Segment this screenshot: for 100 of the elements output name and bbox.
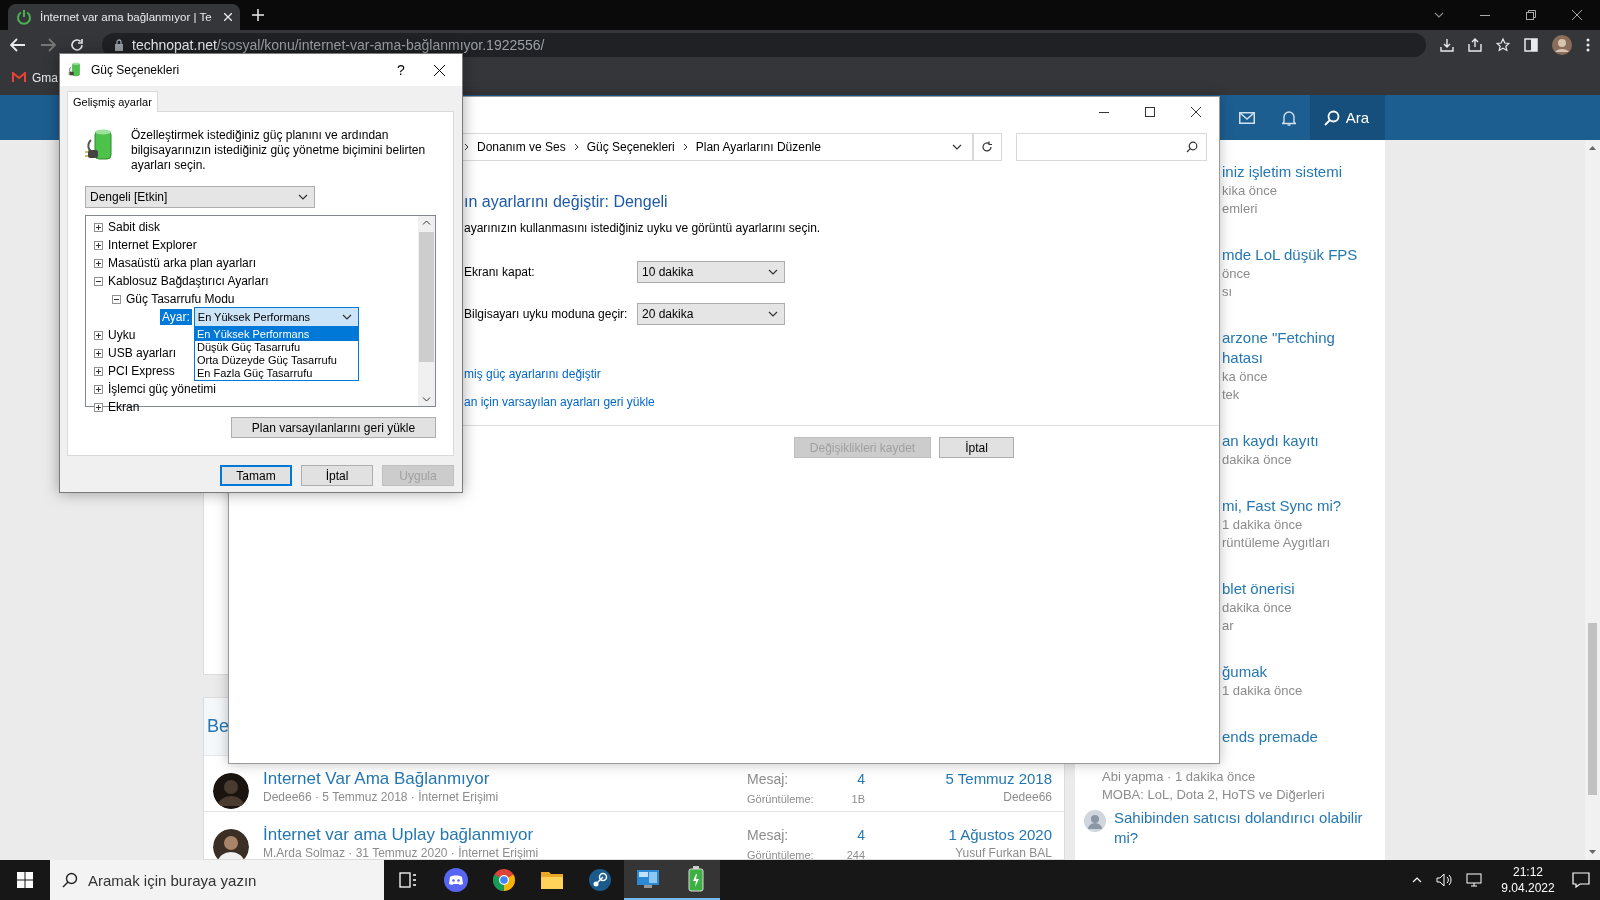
- bookmark[interactable]: Gma: [32, 70, 58, 85]
- search-button[interactable]: Ara: [1309, 95, 1385, 140]
- forward-icon[interactable]: [40, 38, 56, 52]
- breadcrumb-item[interactable]: Güç Seçenekleri: [586, 140, 675, 154]
- close-icon[interactable]: [1572, 10, 1582, 20]
- scroll-up-icon[interactable]: [1589, 146, 1596, 150]
- sidebar-link[interactable]: ğumak: [1222, 662, 1385, 682]
- scrollbar[interactable]: [1585, 140, 1600, 860]
- sidebar-link[interactable]: mde LoL düşük FPS: [1222, 245, 1385, 265]
- battery-icon: [688, 866, 704, 892]
- sidebar-link[interactable]: an kaydı kayıtı: [1222, 431, 1385, 451]
- dropdown-option[interactable]: En Fazla Güç Tasarrufu: [195, 367, 358, 380]
- network-icon[interactable]: [1466, 873, 1484, 887]
- collapse-icon[interactable]: [94, 276, 103, 286]
- scrollbar[interactable]: [418, 216, 435, 406]
- tree-item[interactable]: Uyku: [108, 328, 136, 342]
- sidebar-link[interactable]: mi, Fast Sync mi?: [1222, 496, 1385, 516]
- refresh-icon[interactable]: [981, 141, 994, 153]
- sidebar-link[interactable]: ends premade: [1222, 727, 1385, 747]
- tree-item[interactable]: Ekran: [108, 400, 140, 414]
- tree-item[interactable]: USB ayarları: [108, 346, 177, 360]
- setting-label: Ekranı kapat:: [464, 265, 536, 279]
- search-field[interactable]: [1015, 133, 1207, 161]
- setting-dropdown[interactable]: En Yüksek Performans: [193, 307, 359, 327]
- maximize-icon[interactable]: [1145, 107, 1155, 117]
- help-button[interactable]: ?: [386, 54, 416, 86]
- scroll-up-icon[interactable]: [422, 220, 431, 225]
- plan-dropdown[interactable]: Dengeli [Etkin]: [85, 186, 315, 208]
- expand-icon[interactable]: [94, 240, 103, 250]
- tree-item[interactable]: İşlemci güç yönetimi: [108, 382, 217, 396]
- tree-item[interactable]: PCI Express: [108, 364, 175, 378]
- notification-icon[interactable]: [1572, 872, 1590, 888]
- restore-icon[interactable]: [1526, 10, 1536, 20]
- dialog-button[interactable]: İptal: [939, 437, 1014, 458]
- breadcrumb-item[interactable]: Donanım ve Ses: [477, 140, 566, 154]
- plus-icon[interactable]: [252, 9, 264, 21]
- sidebar-link[interactable]: hatası: [1222, 348, 1385, 368]
- tree-item[interactable]: Kablosuz Bağdaştırıcı Ayarları: [108, 274, 269, 288]
- tab[interactable]: Gelişmiş ayarlar: [67, 91, 158, 112]
- sidebar-link[interactable]: iniz işletim sistemi: [1222, 162, 1385, 182]
- dropdown-option[interactable]: Düşük Güç Tasarrufu: [195, 341, 358, 354]
- minimize-icon[interactable]: [1099, 111, 1109, 113]
- search-field[interactable]: Aramak için buraya yazın: [50, 860, 384, 900]
- close-icon[interactable]: [1191, 107, 1201, 117]
- scrollbar-thumb[interactable]: [1588, 623, 1597, 795]
- expand-icon[interactable]: [94, 402, 103, 412]
- chevron-down-icon[interactable]: [1434, 12, 1444, 18]
- sidebar-link[interactable]: arzone "Fetching: [1222, 328, 1385, 348]
- settings-link[interactable]: an için varsayılan ayarları geri yükle: [464, 395, 655, 409]
- setting-dropdown[interactable]: 20 dakika: [637, 303, 785, 325]
- profile-avatar-icon[interactable]: [1552, 35, 1572, 55]
- expand-icon[interactable]: [94, 258, 103, 268]
- sidebar-link[interactable]: blet önerisi: [1222, 579, 1385, 599]
- dialog-button[interactable]: İptal: [301, 465, 373, 486]
- dropdown-option[interactable]: En Yüksek Performans: [195, 328, 358, 341]
- breadcrumb-item[interactable]: Plan Ayarlarını Düzenle: [695, 140, 821, 154]
- settings-link[interactable]: miş güç ayarlarını değiştir: [464, 367, 601, 381]
- mail-icon[interactable]: [1238, 111, 1255, 124]
- tree-item[interactable]: Masaüstü arka plan ayarları: [108, 256, 257, 270]
- last-post-date[interactable]: 1 Ağustos 2020: [948, 824, 1052, 846]
- star-icon[interactable]: [1496, 38, 1510, 52]
- tree-item[interactable]: Sabit disk: [108, 220, 161, 234]
- setting-dropdown[interactable]: 10 dakika: [637, 261, 785, 283]
- expand-icon[interactable]: [94, 384, 103, 394]
- scroll-down-icon[interactable]: [1589, 850, 1596, 854]
- expand-icon[interactable]: [94, 330, 103, 340]
- sidebar-link[interactable]: Sahibinden satıcısı dolandırıcı olabilir mi?: [1114, 808, 1385, 848]
- stat-value: 4: [856, 826, 865, 845]
- thread-title-link[interactable]: İnternet var ama Uplay bağlanmıyor: [263, 824, 534, 846]
- expand-icon[interactable]: [94, 348, 103, 358]
- collapse-icon[interactable]: [112, 294, 121, 304]
- address-bar[interactable]: technopat.net/sosyal/konu/internet-var-ama-bağlanmıyor.1922556/: [102, 33, 1426, 57]
- tree-item[interactable]: Internet Explorer: [108, 238, 197, 252]
- dialog-button[interactable]: Tamam: [220, 465, 292, 486]
- windows-logo-icon[interactable]: [17, 872, 33, 888]
- minimize-icon[interactable]: [1480, 14, 1490, 16]
- tree-item[interactable]: Güç Tasarrufu Modu: [126, 292, 235, 306]
- bell-icon[interactable]: [1281, 109, 1296, 126]
- thread-title-link[interactable]: Internet Var Ama Bağlanmıyor: [263, 768, 490, 790]
- side-panel-icon[interactable]: [1524, 38, 1538, 52]
- restore-defaults-button[interactable]: Plan varsayılanlarını geri yükle: [231, 417, 436, 438]
- last-post-date[interactable]: 5 Temmuz 2018: [945, 768, 1052, 790]
- scrollbar-thumb[interactable]: [419, 232, 434, 362]
- expand-icon[interactable]: [94, 222, 103, 232]
- menu-icon[interactable]: [1586, 38, 1590, 52]
- scroll-down-icon[interactable]: [422, 397, 431, 402]
- expand-icon[interactable]: [94, 366, 103, 376]
- back-icon[interactable]: [10, 38, 26, 52]
- browser-tab[interactable]: İnternet var ama bağlanmıyor | Te: [8, 4, 240, 30]
- taskbar-app[interactable]: [672, 860, 720, 900]
- folder-icon: [540, 870, 564, 890]
- speaker-icon[interactable]: [1436, 873, 1452, 887]
- download-icon[interactable]: [1440, 38, 1454, 52]
- reload-icon[interactable]: [70, 38, 84, 52]
- chevron-up-icon[interactable]: [1412, 877, 1422, 883]
- clock[interactable]: 21:12 9.04.2022: [1498, 864, 1558, 896]
- share-icon[interactable]: [1468, 38, 1482, 52]
- taskbar-app[interactable]: [624, 860, 672, 900]
- dropdown-option[interactable]: Orta Düzeyde Güç Tasarrufu: [195, 354, 358, 367]
- close-icon[interactable]: [433, 64, 445, 76]
